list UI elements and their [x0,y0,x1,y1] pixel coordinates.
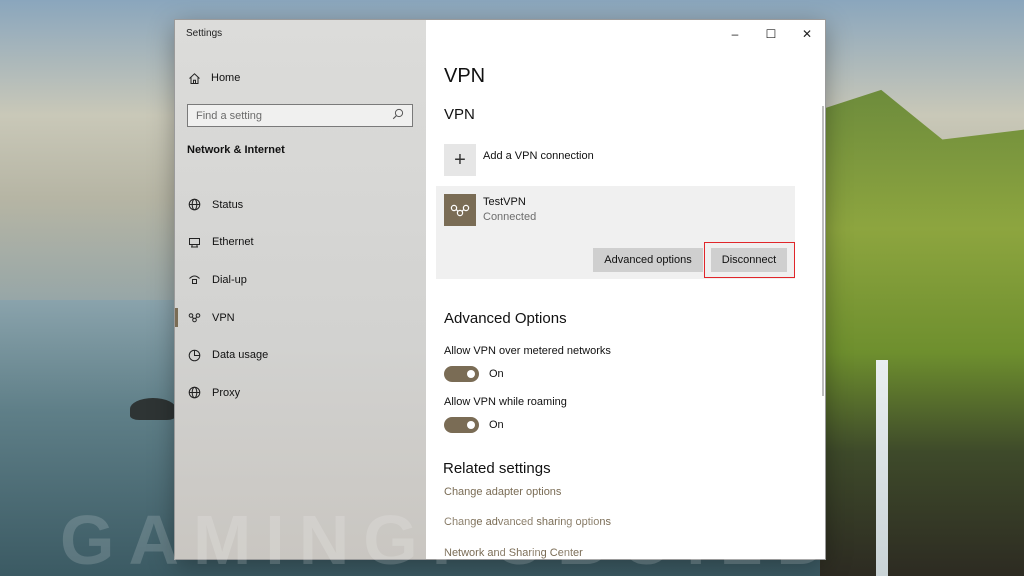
wallpaper-rock [130,398,176,420]
search-icon[interactable] [392,107,404,125]
change-adapter-options-link[interactable]: Change adapter options [444,486,561,498]
ethernet-icon [187,235,201,249]
scrollbar[interactable] [822,106,824,396]
roaming-toggle-state: On [489,419,504,431]
sidebar-item-vpn[interactable]: VPN [175,299,426,337]
disconnect-highlight-box [704,242,795,278]
sidebar-item-data-usage[interactable]: Data usage [175,336,426,374]
sidebar-item-label: Data usage [212,349,269,362]
sidebar-item-label: Status [212,198,244,211]
wallpaper-waterfall [876,360,888,576]
advanced-options-button[interactable]: Advanced options [593,248,703,272]
change-sharing-options-link[interactable]: Change advanced sharing options [444,516,611,528]
window-title: Settings [186,28,223,39]
vpn-heading: VPN [444,106,475,123]
data-usage-icon [187,348,201,362]
home-label: Home [211,72,241,84]
sidebar-item-label: Dial-up [212,273,247,286]
section-label: Network & Internet [187,144,285,156]
maximize-button[interactable]: ☐ [753,20,789,48]
vpn-connection-icon [444,194,476,226]
network-sharing-center-link[interactable]: Network and Sharing Center [444,547,583,559]
add-vpn-connection[interactable]: + Add a VPN connection [444,144,594,176]
main-panel: – ☐ ✕ VPN VPN + Add a VPN connection Tes… [426,20,825,559]
sidebar-item-status[interactable]: Status [175,186,426,224]
globe-icon [187,386,201,400]
roaming-option-label: Allow VPN while roaming [444,396,567,408]
close-button[interactable]: ✕ [789,20,825,48]
wallpaper-hill [820,89,1024,576]
settings-sidebar: Settings Home Network & Internet Status [175,20,426,559]
find-setting-search[interactable] [187,104,413,127]
sidebar-item-dialup[interactable]: Dial-up [175,261,426,299]
vpn-name: TestVPN [483,196,526,208]
roaming-toggle[interactable] [444,417,479,433]
related-settings-heading: Related settings [443,460,551,477]
metered-toggle[interactable] [444,366,479,382]
sidebar-item-label: Proxy [212,386,241,399]
sidebar-item-label: Ethernet [212,236,254,249]
caption-buttons: – ☐ ✕ [717,20,825,48]
metered-toggle-row: On [444,366,504,382]
advanced-options-heading: Advanced Options [444,310,567,327]
minimize-button[interactable]: – [717,20,753,48]
sidebar-item-proxy[interactable]: Proxy [175,374,426,412]
add-vpn-label: Add a VPN connection [483,150,594,162]
dialup-icon [187,273,201,287]
home-link[interactable]: Home [187,70,240,86]
metered-toggle-state: On [489,368,504,380]
plus-icon: + [444,144,476,176]
sidebar-nav: Status Ethernet Dial-up VPN Data usage P… [175,186,426,412]
vpn-icon [187,311,201,325]
roaming-toggle-row: On [444,417,504,433]
vpn-status: Connected [483,211,537,223]
search-input[interactable] [196,109,392,122]
settings-window: Settings Home Network & Internet Status [175,20,825,559]
sidebar-item-label: VPN [212,311,235,324]
globe-icon [187,198,201,212]
metered-option-label: Allow VPN over metered networks [444,345,611,357]
sidebar-item-ethernet[interactable]: Ethernet [175,224,426,262]
home-icon [187,71,201,85]
page-title: VPN [444,65,486,87]
